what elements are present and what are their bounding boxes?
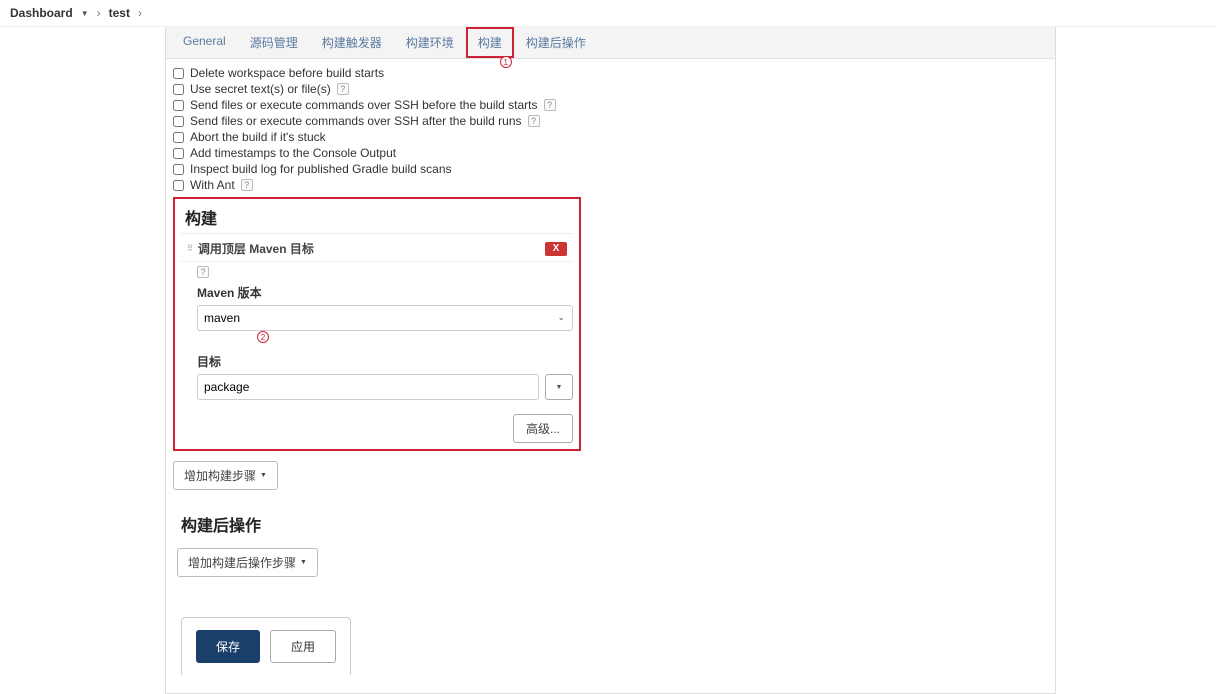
- maven-version-label: Maven 版本: [197, 284, 573, 301]
- tab-post-build[interactable]: 构建后操作: [514, 27, 598, 58]
- tab-general[interactable]: General: [171, 27, 238, 58]
- config-tabs: General 源码管理 构建触发器 构建环境 构建 1 构建后操作: [166, 27, 1055, 59]
- chk-ssh-after[interactable]: [173, 116, 184, 127]
- advanced-button[interactable]: 高级...: [513, 414, 573, 443]
- help-icon[interactable]: ?: [197, 266, 209, 278]
- chk-label: With Ant: [190, 178, 235, 192]
- chk-label: Send files or execute commands over SSH …: [190, 98, 538, 112]
- chevron-right-icon: ›: [95, 6, 103, 20]
- chk-timestamps[interactable]: [173, 148, 184, 159]
- save-button[interactable]: 保存: [196, 630, 260, 663]
- build-step-header: ⠿ 调用顶层 Maven 目标 X: [181, 236, 573, 262]
- help-icon[interactable]: ?: [528, 115, 540, 127]
- targets-label: 目标: [197, 353, 573, 370]
- breadcrumb-bar: Dashboard ▼ › test ›: [0, 0, 1216, 27]
- chk-with-ant[interactable]: [173, 180, 184, 191]
- chk-delete-workspace[interactable]: [173, 68, 184, 79]
- chk-label: Send files or execute commands over SSH …: [190, 114, 522, 128]
- drag-handle-icon[interactable]: ⠿: [187, 244, 192, 253]
- dropdown-toggle-button[interactable]: ▼: [545, 374, 573, 400]
- action-bar: 保存 应用: [181, 617, 351, 675]
- chk-gradle-scan[interactable]: [173, 164, 184, 175]
- breadcrumb-root[interactable]: Dashboard: [10, 6, 73, 20]
- chk-use-secret[interactable]: [173, 84, 184, 95]
- help-icon[interactable]: ?: [241, 179, 253, 191]
- tab-build[interactable]: 构建 1: [466, 27, 514, 58]
- config-panel: General 源码管理 构建触发器 构建环境 构建 1 构建后操作 Delet…: [165, 27, 1056, 694]
- chk-ssh-before[interactable]: [173, 100, 184, 111]
- chevron-down-icon: ▼: [81, 9, 89, 18]
- targets-input[interactable]: [197, 374, 539, 400]
- tab-triggers[interactable]: 构建触发器: [310, 27, 394, 58]
- chk-label: Delete workspace before build starts: [190, 66, 384, 80]
- chk-label: Abort the build if it's stuck: [190, 130, 326, 144]
- post-build-section-title: 构建后操作: [177, 512, 1044, 540]
- build-section-title: 构建: [181, 205, 573, 234]
- tab-build-env[interactable]: 构建环境: [394, 27, 466, 58]
- chevron-down-icon: ▼: [260, 472, 267, 479]
- help-icon[interactable]: ?: [337, 83, 349, 95]
- help-icon[interactable]: ?: [544, 99, 556, 111]
- add-post-build-step-button[interactable]: 增加构建后操作步骤▼: [177, 548, 318, 577]
- build-section-highlighted: 构建 ⠿ 调用顶层 Maven 目标 X ? Maven 版本 maven ⌄ …: [173, 197, 581, 451]
- tab-scm[interactable]: 源码管理: [238, 27, 310, 58]
- chk-label: Use secret text(s) or file(s): [190, 82, 331, 96]
- chevron-right-icon: ›: [136, 6, 144, 20]
- delete-step-button[interactable]: X: [545, 242, 567, 256]
- annotation-badge-1: 1: [500, 56, 512, 68]
- annotation-badge-2: 2: [257, 331, 269, 343]
- apply-button[interactable]: 应用: [270, 630, 336, 663]
- chk-label: Add timestamps to the Console Output: [190, 146, 396, 160]
- chk-abort-stuck[interactable]: [173, 132, 184, 143]
- breadcrumb-item[interactable]: test: [109, 6, 130, 20]
- maven-version-select[interactable]: maven: [197, 305, 573, 331]
- chk-label: Inspect build log for published Gradle b…: [190, 162, 452, 176]
- add-build-step-button[interactable]: 增加构建步骤▼: [173, 461, 278, 490]
- chevron-down-icon: ▼: [300, 559, 307, 566]
- build-step-title: 调用顶层 Maven 目标: [198, 240, 314, 257]
